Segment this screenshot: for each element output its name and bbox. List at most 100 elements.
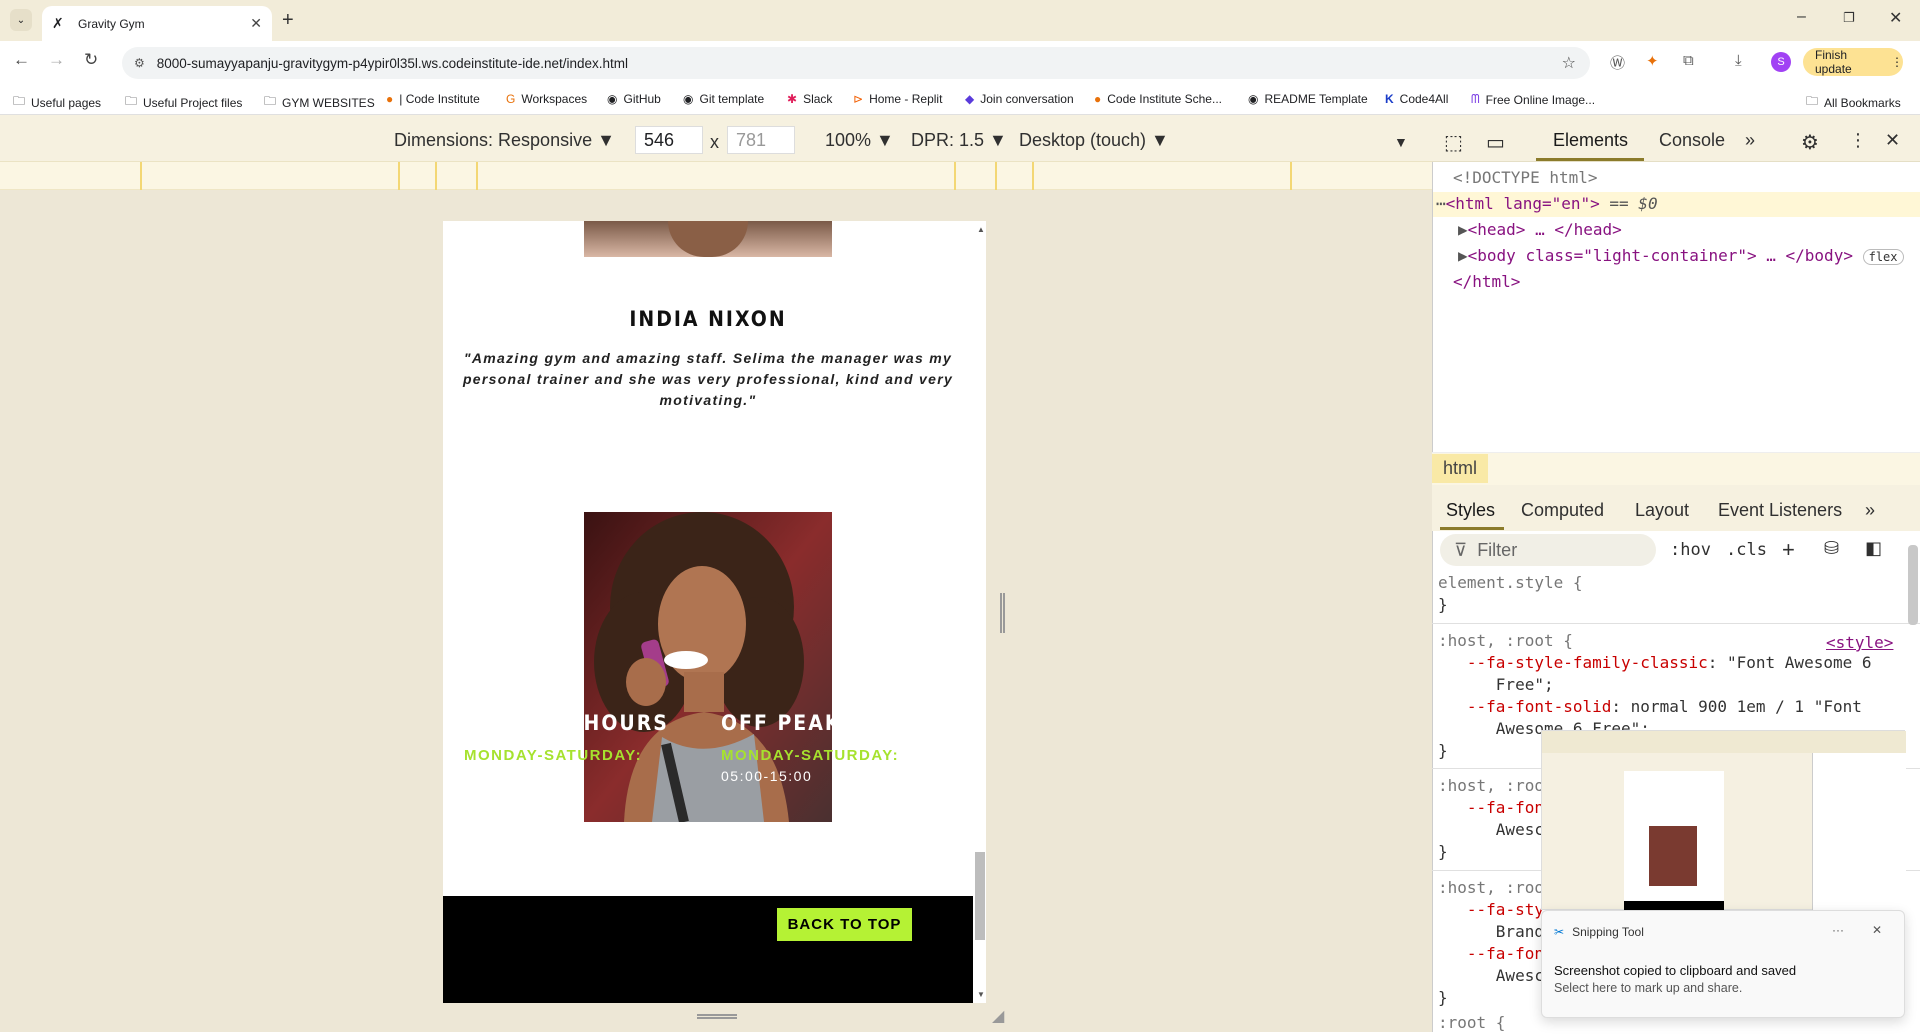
styles-filter-input[interactable]: ⊽ Filter: [1440, 534, 1656, 566]
opening-days: MONDAY-SATURDAY:: [464, 747, 643, 764]
tab-elements[interactable]: Elements: [1553, 130, 1628, 151]
media-query-marker[interactable]: [995, 162, 997, 190]
media-query-marker[interactable]: [1290, 162, 1292, 190]
media-query-marker[interactable]: [1032, 162, 1034, 190]
address-bar[interactable]: ⚙ 8000-sumayyapanju-gravitygym-p4ypir0l3…: [122, 47, 1590, 79]
media-query-marker[interactable]: [476, 162, 478, 190]
site-info-icon[interactable]: ⚙: [134, 56, 145, 70]
cls-toggle[interactable]: .cls: [1726, 540, 1767, 560]
breadcrumb-html[interactable]: html: [1432, 454, 1488, 483]
back-icon[interactable]: ←: [13, 50, 30, 70]
bookmark-item[interactable]: ◉ README Template: [1248, 92, 1368, 106]
download-icon[interactable]: ⤓: [1735, 52, 1742, 69]
settings-gear-icon[interactable]: ⚙: [1801, 130, 1819, 155]
snipping-tool-icon: ✂: [1554, 925, 1565, 939]
more-menu-icon[interactable]: ⋮: [1891, 55, 1903, 69]
media-query-marker[interactable]: [140, 162, 142, 190]
bookmark-item[interactable]: ◉ Git template: [683, 92, 764, 106]
width-input[interactable]: 546: [635, 126, 703, 154]
gym-favicon-icon: ✗: [52, 15, 64, 31]
devtools-menu-icon[interactable]: ⋮: [1849, 130, 1867, 151]
rule-element-style[interactable]: element.style { }: [1438, 572, 1583, 616]
tab-search-icon[interactable]: ⌄: [10, 9, 32, 31]
tab-event-listeners[interactable]: Event Listeners: [1718, 500, 1842, 521]
close-tab-icon[interactable]: ✕: [250, 15, 262, 32]
extensions-puzzle-icon[interactable]: ⧉: [1683, 52, 1694, 69]
inspect-element-icon[interactable]: ⬚: [1444, 130, 1463, 155]
minimize-icon[interactable]: –: [1797, 8, 1806, 26]
emulated-page[interactable]: INDIA NIXON "Amazing gym and amazing sta…: [443, 221, 973, 1003]
bookmark-item[interactable]: ◉ GitHub: [607, 92, 661, 106]
dom-doctype[interactable]: <!DOCTYPE html>: [1453, 168, 1598, 187]
bookmark-item[interactable]: G Workspaces: [506, 92, 587, 106]
dom-body[interactable]: ▶<body class="light-container"> … </body…: [1458, 246, 1904, 265]
dimensions-dropdown[interactable]: Dimensions: Responsive ▼: [394, 130, 615, 151]
styles-scrollbar-thumb[interactable]: [1908, 545, 1918, 625]
notification-close-icon[interactable]: ✕: [1872, 923, 1882, 937]
resize-handle-bottom[interactable]: [697, 1014, 737, 1019]
profile-avatar[interactable]: S: [1771, 52, 1791, 72]
zoom-dropdown[interactable]: 100% ▼: [825, 130, 894, 151]
bookmark-item[interactable]: K Code4All: [1385, 92, 1448, 106]
filter-icon: ⊽: [1454, 539, 1468, 560]
wordpress-extension-icon[interactable]: Ⓦ: [1610, 52, 1625, 73]
bookmark-item[interactable]: ◆ Join conversation: [965, 92, 1074, 106]
dpr-dropdown[interactable]: DPR: 1.5 ▼: [911, 130, 1007, 151]
tab-console[interactable]: Console: [1659, 130, 1725, 151]
bookmark-item[interactable]: 🗀 Useful Project files: [125, 92, 242, 113]
dom-head[interactable]: ▶<head> … </head>: [1458, 220, 1622, 239]
tab-computed[interactable]: Computed: [1521, 500, 1604, 521]
folder-icon: 🗀: [13, 94, 26, 108]
bookmark-item[interactable]: 🗀 Useful pages: [13, 92, 101, 113]
hov-toggle[interactable]: :hov: [1670, 540, 1711, 560]
notification-more-icon[interactable]: ···: [1832, 923, 1844, 937]
bookmark-item[interactable]: 🗀 GYM WEBSITES: [264, 92, 375, 113]
scroll-down-icon[interactable]: ▼: [977, 990, 985, 999]
restore-icon[interactable]: ❐: [1843, 10, 1855, 26]
height-input[interactable]: 781: [727, 126, 795, 154]
scroll-up-icon[interactable]: ▲: [977, 225, 985, 234]
all-bookmarks[interactable]: 🗀 All Bookmarks: [1806, 92, 1901, 113]
media-query-marker[interactable]: [435, 162, 437, 190]
new-rule-icon[interactable]: +: [1782, 537, 1795, 563]
tab-layout[interactable]: Layout: [1635, 500, 1689, 521]
forward-icon[interactable]: →: [48, 50, 65, 70]
finish-update-button[interactable]: Finish update ⋮: [1803, 48, 1903, 76]
tab-styles[interactable]: Styles: [1446, 500, 1495, 521]
more-tabs-icon[interactable]: »: [1745, 130, 1755, 151]
back-to-top-button[interactable]: BACK TO TOP: [777, 908, 912, 941]
dom-html-open[interactable]: ⋯<html lang="en"> == $0: [1436, 194, 1658, 213]
bookmark-item[interactable]: ⊳ Home - Replit: [853, 92, 942, 106]
close-window-icon[interactable]: ✕: [1889, 8, 1902, 28]
paint-icon[interactable]: ⛁: [1824, 538, 1839, 559]
snip-preview-thumbnail[interactable]: [1541, 730, 1906, 911]
resize-handle-right[interactable]: [1000, 593, 1005, 633]
media-query-marker[interactable]: [954, 162, 956, 190]
rule-source-link[interactable]: <style>: [1826, 632, 1893, 654]
snipping-notification[interactable]: ✂ Snipping Tool ··· ✕ Screenshot copied …: [1541, 910, 1905, 1018]
page-scrollbar-thumb[interactable]: [975, 852, 985, 940]
bookmark-item[interactable]: ● | Code Institute: [386, 92, 480, 106]
extension-icon[interactable]: ✦: [1646, 52, 1659, 70]
rule-root-partial[interactable]: :root {: [1438, 1012, 1505, 1034]
code-institute-icon: ●: [386, 92, 394, 106]
bookmark-item[interactable]: ᗰ Free Online Image...: [1471, 92, 1595, 107]
bookmark-item[interactable]: ● Code Institute Sche...: [1094, 92, 1222, 106]
sidebar-toggle-icon[interactable]: ◧: [1865, 538, 1882, 559]
media-query-marker[interactable]: [398, 162, 400, 190]
replit-icon: ⊳: [853, 92, 864, 106]
new-tab-icon[interactable]: +: [282, 9, 294, 32]
testimonial-quote: "Amazing gym and amazing staff. Selima t…: [462, 350, 954, 408]
more-style-tabs-icon[interactable]: »: [1865, 500, 1875, 521]
close-devtools-icon[interactable]: ✕: [1885, 130, 1900, 151]
dom-html-close[interactable]: </html>: [1453, 272, 1520, 291]
reload-icon[interactable]: ↻: [84, 50, 98, 70]
device-type-dropdown[interactable]: Desktop (touch) ▼: [1019, 130, 1169, 151]
device-toggle-icon[interactable]: ▭: [1486, 130, 1505, 155]
resize-corner-icon[interactable]: ◢: [992, 1006, 1004, 1026]
browser-tab[interactable]: ✗ Gravity Gym ✕: [42, 6, 272, 41]
bookmark-item[interactable]: ✱ Slack: [787, 92, 832, 106]
tab-title: Gravity Gym: [78, 16, 145, 31]
device-more-icon[interactable]: ▼: [1394, 134, 1408, 150]
bookmark-star-icon[interactable]: ☆: [1562, 53, 1576, 73]
